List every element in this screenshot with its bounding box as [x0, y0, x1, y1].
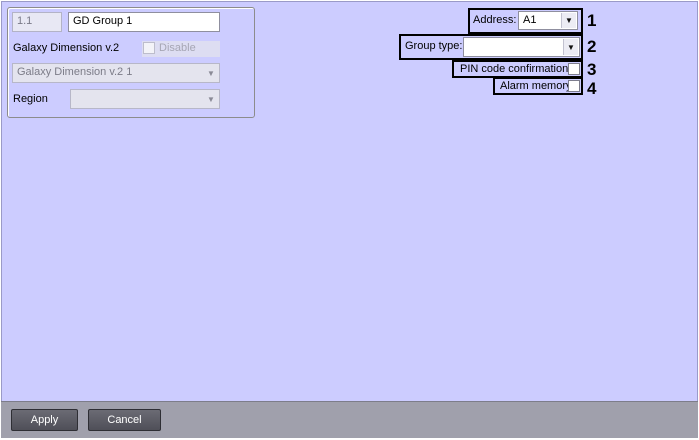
region-select[interactable]: ▼ — [70, 89, 220, 109]
disable-label: Disable — [159, 42, 196, 54]
callout-number-1: 1 — [587, 11, 597, 30]
callout-number-3: 3 — [587, 60, 597, 79]
parent-device-select[interactable]: Galaxy Dimension v.2 1 ▼ — [12, 63, 220, 83]
callout-frame-3 — [452, 60, 583, 78]
callout-number-4: 4 — [587, 79, 597, 98]
region-label: Region — [13, 93, 48, 105]
cancel-button[interactable]: Cancel — [88, 409, 161, 431]
callout-frame-1 — [468, 8, 583, 34]
group-number-field[interactable]: 1.1 — [12, 12, 62, 32]
parent-device-value: Galaxy Dimension v.2 1 — [17, 66, 133, 78]
disable-checkbox[interactable] — [143, 42, 155, 54]
group-panel: 1.1 GD Group 1 Galaxy Dimension v.2 Disa… — [7, 7, 255, 118]
apply-button[interactable]: Apply — [11, 409, 78, 431]
callout-number-2: 2 — [587, 37, 597, 56]
group-name-field[interactable]: GD Group 1 — [68, 12, 220, 32]
parent-device-label: Galaxy Dimension v.2 — [13, 42, 120, 54]
chevron-down-icon: ▼ — [207, 68, 215, 78]
chevron-down-icon: ▼ — [207, 94, 215, 104]
callout-frame-4 — [493, 77, 583, 95]
callout-frame-2 — [399, 34, 583, 60]
